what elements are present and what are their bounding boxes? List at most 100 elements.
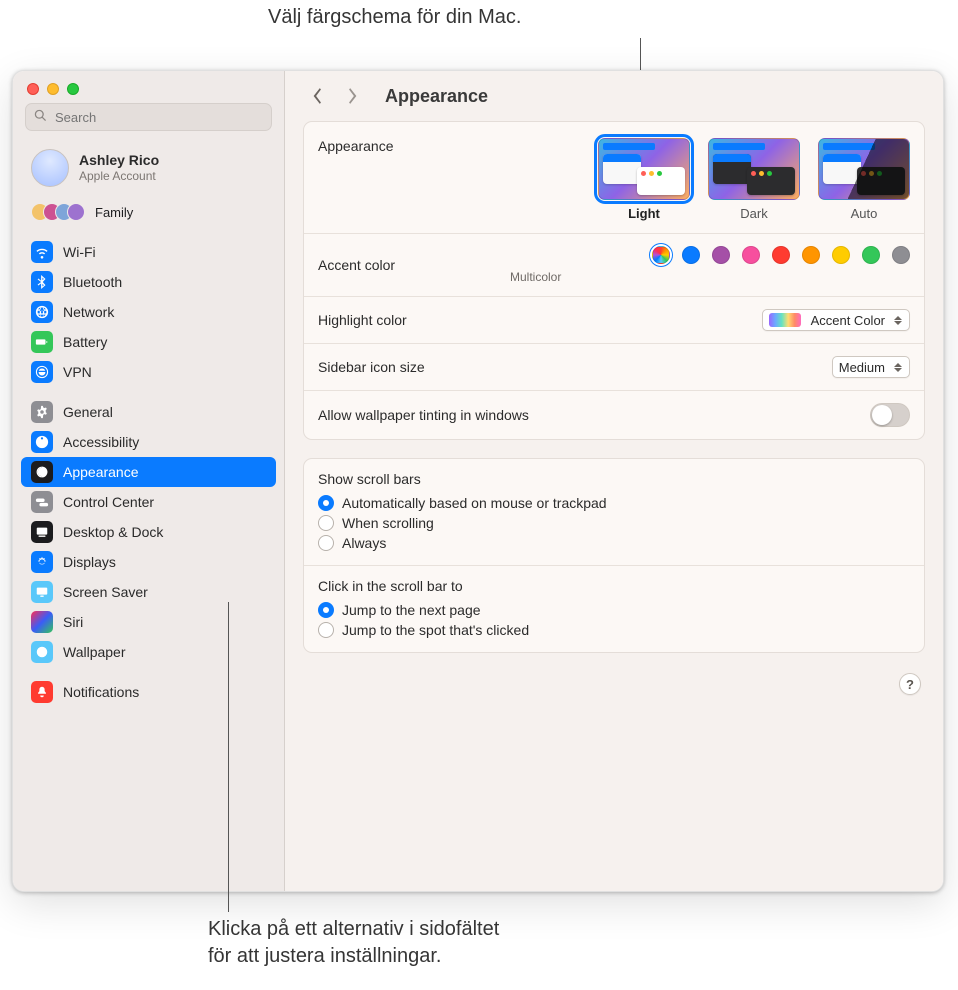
sidebar-item-appearance[interactable]: Appearance (21, 457, 276, 487)
sidebar-item-label: Displays (63, 554, 116, 570)
sidebar-item-notifications[interactable]: Notifications (21, 677, 276, 707)
search-icon (34, 109, 47, 125)
accent-swatch-green[interactable] (862, 246, 880, 264)
show-scroll-bars-title: Show scroll bars (318, 471, 910, 487)
sidebar-item-vpn[interactable]: VPN (21, 357, 276, 387)
sidebar-item-label: Wi-Fi (63, 244, 96, 260)
scrollbars-option-auto[interactable]: Automatically based on mouse or trackpad (318, 493, 910, 513)
highlight-color-label: Highlight color (318, 312, 508, 328)
accent-swatch-multicolor[interactable] (652, 246, 670, 264)
accent-selected-label: Multicolor (510, 270, 561, 284)
sidebar-item-siri[interactable]: Siri (21, 607, 276, 637)
theme-thumb-dark (708, 138, 800, 200)
accent-swatch-red[interactable] (772, 246, 790, 264)
sidebar-item-desktop-dock[interactable]: Desktop & Dock (21, 517, 276, 547)
page-title: Appearance (385, 86, 488, 107)
scrollclick-option-next-page[interactable]: Jump to the next page (318, 600, 910, 620)
icon-size-value: Medium (839, 360, 885, 375)
callout-bottom-leader (228, 602, 229, 912)
gear-icon (31, 401, 53, 423)
displays-icon (31, 551, 53, 573)
sidebar-item-control-center[interactable]: Control Center (21, 487, 276, 517)
wifi-icon (31, 241, 53, 263)
radio-icon (318, 602, 334, 618)
accent-swatch-graphite[interactable] (892, 246, 910, 264)
wallpaper-icon (31, 641, 53, 663)
scrollbars-option-when-scrolling[interactable]: When scrolling (318, 513, 910, 533)
radio-label: Jump to the spot that's clicked (342, 622, 529, 638)
help-button[interactable]: ? (899, 673, 921, 695)
theme-thumb-auto (818, 138, 910, 200)
sidebar-icon-size-row: Sidebar icon size Medium (304, 343, 924, 390)
sidebar-item-accessibility[interactable]: Accessibility (21, 427, 276, 457)
highlight-color-row: Highlight color Accent Color (304, 296, 924, 343)
sidebar-item-family[interactable]: Family (21, 197, 276, 233)
theme-label: Auto (851, 206, 878, 221)
radio-label: Jump to the next page (342, 602, 481, 618)
sidebar-item-wallpaper[interactable]: Wallpaper (21, 637, 276, 667)
sidebar-item-label: Wallpaper (63, 644, 126, 660)
appearance-option-auto[interactable]: Auto (818, 138, 910, 221)
close-window-button[interactable] (27, 83, 39, 95)
sidebar-item-battery[interactable]: Battery (21, 327, 276, 357)
accent-swatch-blue[interactable] (682, 246, 700, 264)
scroll-click-title: Click in the scroll bar to (318, 578, 910, 594)
user-sub: Apple Account (79, 169, 159, 184)
siri-icon (31, 611, 53, 633)
sidebar: Ashley Rico Apple Account Family Wi-Fi B… (13, 71, 285, 891)
bell-icon (31, 681, 53, 703)
radio-label: When scrolling (342, 515, 434, 531)
user-name: Ashley Rico (79, 152, 159, 170)
accent-swatch-yellow[interactable] (832, 246, 850, 264)
scrollclick-option-jump-to-spot[interactable]: Jump to the spot that's clicked (318, 620, 910, 640)
theme-label: Dark (740, 206, 767, 221)
radio-label: Always (342, 535, 386, 551)
sidebar-item-label: VPN (63, 364, 92, 380)
sidebar-item-label: Network (63, 304, 114, 320)
wallpaper-tinting-toggle[interactable] (870, 403, 910, 427)
sidebar-item-screen-saver[interactable]: Screen Saver (21, 577, 276, 607)
screen-saver-icon (31, 581, 53, 603)
search-field[interactable] (25, 103, 272, 131)
radio-icon (318, 495, 334, 511)
sidebar-item-label: Screen Saver (63, 584, 148, 600)
sidebar-item-label: Accessibility (63, 434, 139, 450)
search-input[interactable] (53, 109, 263, 126)
highlight-gradient-icon (769, 313, 801, 327)
zoom-window-button[interactable] (67, 83, 79, 95)
appearance-row: Appearance Light (304, 122, 924, 233)
nav-back-button[interactable] (305, 84, 329, 108)
sidebar-item-label: Bluetooth (63, 274, 122, 290)
sidebar-item-displays[interactable]: Displays (21, 547, 276, 577)
appearance-option-light[interactable]: Light (598, 138, 690, 221)
show-scroll-bars-group: Show scroll bars Automatically based on … (304, 459, 924, 565)
appearance-icon (31, 461, 53, 483)
chevron-updown-icon (891, 359, 905, 375)
bluetooth-icon (31, 271, 53, 293)
window-controls (13, 71, 284, 103)
sidebar-item-wifi[interactable]: Wi-Fi (21, 237, 276, 267)
sidebar-icon-size-popup[interactable]: Medium (832, 356, 910, 378)
sidebar-item-general[interactable]: General (21, 397, 276, 427)
accent-swatch-orange[interactable] (802, 246, 820, 264)
sidebar-item-bluetooth[interactable]: Bluetooth (21, 267, 276, 297)
accent-swatch-purple[interactable] (712, 246, 730, 264)
chevron-updown-icon (891, 312, 905, 328)
sidebar-item-label: Control Center (63, 494, 154, 510)
highlight-color-popup[interactable]: Accent Color (762, 309, 910, 331)
user-avatar (31, 149, 69, 187)
appearance-option-dark[interactable]: Dark (708, 138, 800, 221)
accent-swatch-pink[interactable] (742, 246, 760, 264)
radio-icon (318, 622, 334, 638)
nav-forward-button[interactable] (341, 84, 365, 108)
content-area: Appearance Appearance Light (285, 71, 943, 891)
globe-icon (31, 301, 53, 323)
scrollbars-option-always[interactable]: Always (318, 533, 910, 553)
sidebar-item-label: Appearance (63, 464, 139, 480)
scroll-panel: Show scroll bars Automatically based on … (303, 458, 925, 653)
sidebar-item-apple-account[interactable]: Ashley Rico Apple Account (21, 141, 276, 197)
minimize-window-button[interactable] (47, 83, 59, 95)
wallpaper-tinting-label: Allow wallpaper tinting in windows (318, 407, 870, 423)
sidebar-item-network[interactable]: Network (21, 297, 276, 327)
battery-icon (31, 331, 53, 353)
